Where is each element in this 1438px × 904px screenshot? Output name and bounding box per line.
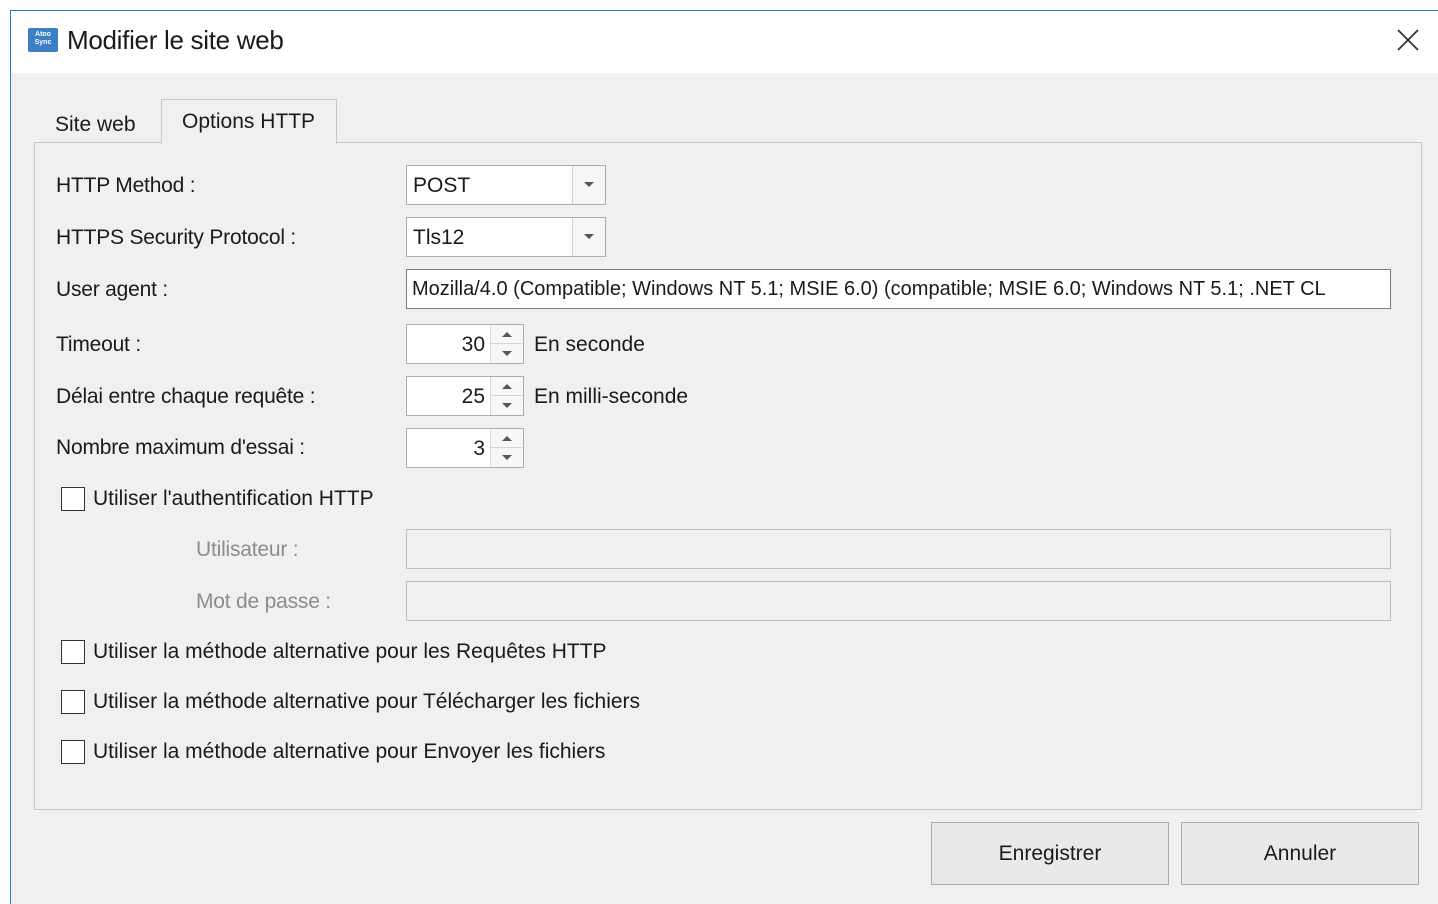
title-bar[interactable]: Atoo Sync Modifier le site web (11, 11, 1438, 73)
caret-up-icon (502, 435, 512, 441)
http-auth-checkbox[interactable] (61, 487, 85, 511)
max-tries-stepper[interactable]: 3 (406, 428, 524, 468)
max-tries-decrement-button[interactable] (491, 448, 523, 467)
alt-download-checkbox[interactable] (61, 690, 85, 714)
max-tries-value: 3 (473, 437, 485, 460)
http-method-dropdown-button[interactable] (572, 166, 605, 204)
http-auth-label[interactable]: Utiliser l'authentification HTTP (93, 487, 374, 511)
username-label: Utilisateur : (196, 538, 299, 561)
timeout-label: Timeout : (56, 333, 141, 356)
timeout-unit: En seconde (534, 333, 645, 356)
user-agent-input[interactable]: Mozilla/4.0 (Compatible; Windows NT 5.1;… (406, 269, 1391, 309)
app-icon: Atoo Sync (28, 28, 58, 52)
max-tries-increment-button[interactable] (491, 429, 523, 448)
http-method-label: HTTP Method : (56, 174, 196, 197)
window-title: Modifier le site web (67, 25, 284, 55)
max-tries-spin-buttons (490, 429, 523, 467)
username-input[interactable] (406, 529, 1391, 569)
close-button[interactable] (1378, 11, 1438, 69)
password-input[interactable] (406, 581, 1391, 621)
delay-value: 25 (461, 385, 485, 408)
timeout-value: 30 (461, 333, 485, 356)
user-agent-label: User agent : (56, 278, 168, 301)
dialog-window: Atoo Sync Modifier le site web Site web … (10, 10, 1438, 904)
app-icon-text-top: Atoo (35, 31, 51, 38)
timeout-stepper[interactable]: 30 (406, 324, 524, 364)
options-http-panel: HTTP Method : POST HTTPS Security Protoc… (34, 142, 1422, 810)
timeout-decrement-button[interactable] (491, 344, 523, 363)
alt-http-requests-label[interactable]: Utiliser la méthode alternative pour les… (93, 640, 607, 664)
max-tries-label: Nombre maximum d'essai : (56, 436, 305, 459)
chevron-down-icon (584, 234, 594, 239)
https-protocol-label: HTTPS Security Protocol : (56, 226, 297, 249)
tab-site-web[interactable]: Site web (35, 107, 161, 143)
alt-upload-label[interactable]: Utiliser la méthode alternative pour Env… (93, 740, 605, 764)
https-protocol-dropdown-button[interactable] (572, 218, 605, 256)
caret-down-icon (502, 351, 512, 356)
user-agent-value: Mozilla/4.0 (Compatible; Windows NT 5.1;… (412, 278, 1326, 300)
delay-spin-buttons (490, 377, 523, 415)
save-button[interactable]: Enregistrer (931, 822, 1169, 885)
app-icon-text-bottom: Sync (34, 39, 52, 46)
caret-up-icon (502, 383, 512, 389)
tab-options-http[interactable]: Options HTTP (161, 99, 337, 144)
delay-unit: En milli-seconde (534, 385, 689, 408)
https-protocol-select[interactable]: Tls12 (406, 217, 606, 257)
caret-down-icon (502, 403, 512, 408)
caret-down-icon (502, 455, 512, 460)
delay-label: Délai entre chaque requête : (56, 385, 316, 408)
password-label: Mot de passe : (196, 590, 331, 613)
alt-upload-checkbox[interactable] (61, 740, 85, 764)
close-icon (1397, 29, 1419, 51)
alt-download-label[interactable]: Utiliser la méthode alternative pour Tél… (93, 690, 640, 714)
cancel-button[interactable]: Annuler (1181, 822, 1419, 885)
delay-increment-button[interactable] (491, 377, 523, 396)
delay-stepper[interactable]: 25 (406, 376, 524, 416)
delay-decrement-button[interactable] (491, 396, 523, 415)
https-protocol-value: Tls12 (413, 226, 465, 249)
alt-http-requests-checkbox[interactable] (61, 640, 85, 664)
http-method-value: POST (413, 174, 471, 197)
timeout-spin-buttons (490, 325, 523, 363)
chevron-down-icon (584, 182, 594, 187)
caret-up-icon (502, 331, 512, 337)
http-method-select[interactable]: POST (406, 165, 606, 205)
timeout-increment-button[interactable] (491, 325, 523, 344)
